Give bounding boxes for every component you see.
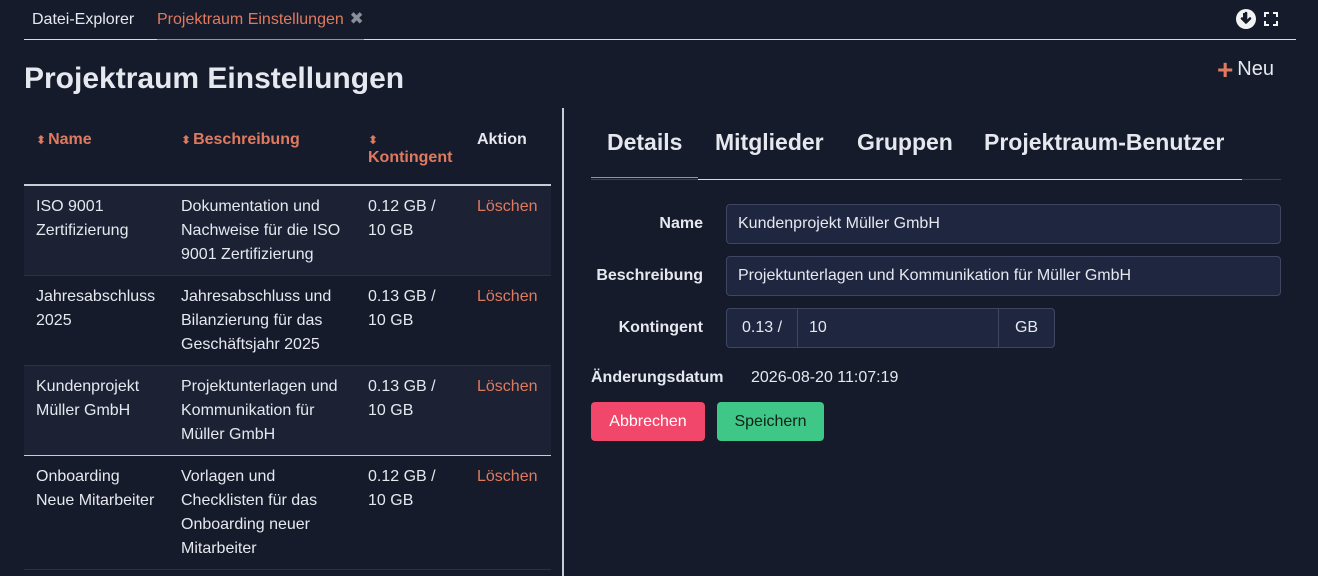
detail-tabs: Details Mitglieder Gruppen Projektraum-B…: [590, 108, 1281, 180]
cancel-button[interactable]: Abbrechen: [591, 402, 705, 441]
delete-link[interactable]: Löschen: [465, 275, 551, 366]
cell-name: ISO 9001 Zertifizierung: [24, 185, 169, 276]
cell-name: Jahresabschluss 2025: [24, 275, 169, 366]
cell-description: Jahresabschluss und Bilanzierung für das…: [169, 275, 356, 366]
form-row-name: Name Kundenprojekt Müller GmbH: [591, 204, 1281, 244]
fullscreen-icon[interactable]: [1264, 12, 1278, 26]
modified-date-row: Änderungsdatum 2026-08-20 11:07:19: [591, 369, 898, 387]
cell-description: Projektunterlagen und Kommunikation für …: [169, 365, 356, 456]
cell-quota: 0.13 GB / 10 GB: [356, 275, 465, 366]
tab-gruppen[interactable]: Gruppen: [857, 129, 953, 156]
header-label: Kontingent: [368, 149, 453, 166]
header-label: Name: [48, 131, 92, 148]
tab-datei-explorer[interactable]: Datei-Explorer: [32, 11, 134, 40]
quota-used: 0.13 /: [726, 308, 798, 348]
tab-mitglieder[interactable]: Mitglieder: [715, 129, 824, 156]
description-input[interactable]: Projektunterlagen und Kommunikation für …: [726, 256, 1281, 296]
projektraum-table: ⬍ Name ⬍ Beschreibung ⬍ Kontingent Aktion I…: [24, 108, 551, 570]
quota-unit: GB: [999, 308, 1055, 348]
new-button-label: Neu: [1237, 58, 1274, 80]
close-icon[interactable]: ✖: [350, 9, 364, 29]
table-row[interactable]: Onboarding Neue Mitarbeiter Vorlagen und…: [24, 455, 551, 570]
page-title: Projektraum Einstellungen: [24, 62, 405, 95]
sort-icon: ⬍: [368, 133, 379, 147]
download-circle-icon[interactable]: [1236, 9, 1256, 29]
column-header-action: Aktion: [465, 108, 551, 186]
quota-input[interactable]: 10: [798, 308, 999, 348]
cell-name: Onboarding Neue Mitarbeiter: [24, 455, 169, 570]
tab-projektraum-einstellungen[interactable]: Projektraum Einstellungen ✖: [157, 9, 364, 40]
sort-icon: ⬍: [181, 133, 192, 147]
sort-icon: ⬍: [36, 133, 47, 147]
delete-link[interactable]: Löschen: [465, 365, 551, 456]
window-controls: [1236, 9, 1278, 29]
description-label: Beschreibung: [596, 267, 703, 284]
tab-strip: Datei-Explorer Projektraum Einstellungen…: [24, 0, 1296, 40]
name-input[interactable]: Kundenprojekt Müller GmbH: [726, 204, 1281, 244]
cell-quota: 0.12 GB / 10 GB: [356, 455, 465, 570]
column-header-quota[interactable]: ⬍ Kontingent: [356, 108, 465, 186]
table-row[interactable]: Kundenprojekt Müller GmbH Projektunterla…: [24, 365, 551, 456]
column-header-description[interactable]: ⬍ Beschreibung: [169, 108, 356, 186]
name-label: Name: [659, 215, 703, 232]
tab-projektraum-benutzer[interactable]: Projektraum-Benutzer: [984, 129, 1224, 156]
cell-quota: 0.12 GB / 10 GB: [356, 185, 465, 276]
panel-divider[interactable]: [562, 108, 564, 576]
table-row[interactable]: Jahresabschluss 2025 Jahresabschluss und…: [24, 275, 551, 366]
cell-description: Dokumentation und Nachweise für die ISO …: [169, 185, 356, 276]
form-row-quota: Kontingent 0.13 / 10 GB: [591, 308, 1055, 348]
cell-name: Kundenprojekt Müller GmbH: [24, 365, 169, 456]
cell-quota: 0.13 GB / 10 GB: [356, 365, 465, 456]
tab-details[interactable]: Details: [590, 129, 699, 178]
modified-date-value: 2026-08-20 11:07:19: [751, 369, 899, 386]
form-row-description: Beschreibung Projektunterlagen und Kommu…: [591, 256, 1281, 296]
header-label: Beschreibung: [193, 131, 300, 148]
delete-link[interactable]: Löschen: [465, 185, 551, 276]
plus-icon: +: [1216, 53, 1234, 85]
quota-label: Kontingent: [618, 319, 703, 336]
tab-label: Projektraum Einstellungen: [157, 11, 344, 28]
modified-date-label: Änderungsdatum: [591, 369, 724, 386]
delete-link[interactable]: Löschen: [465, 455, 551, 570]
column-header-name[interactable]: ⬍ Name: [24, 108, 169, 186]
new-button[interactable]: + Neu: [1216, 53, 1274, 85]
save-button[interactable]: Speichern: [717, 402, 824, 441]
tab-underline: [698, 179, 1242, 180]
cell-description: Vorlagen und Checklisten für das Onboard…: [169, 455, 356, 570]
table-row[interactable]: ISO 9001 Zertifizierung Dokumentation un…: [24, 185, 551, 276]
